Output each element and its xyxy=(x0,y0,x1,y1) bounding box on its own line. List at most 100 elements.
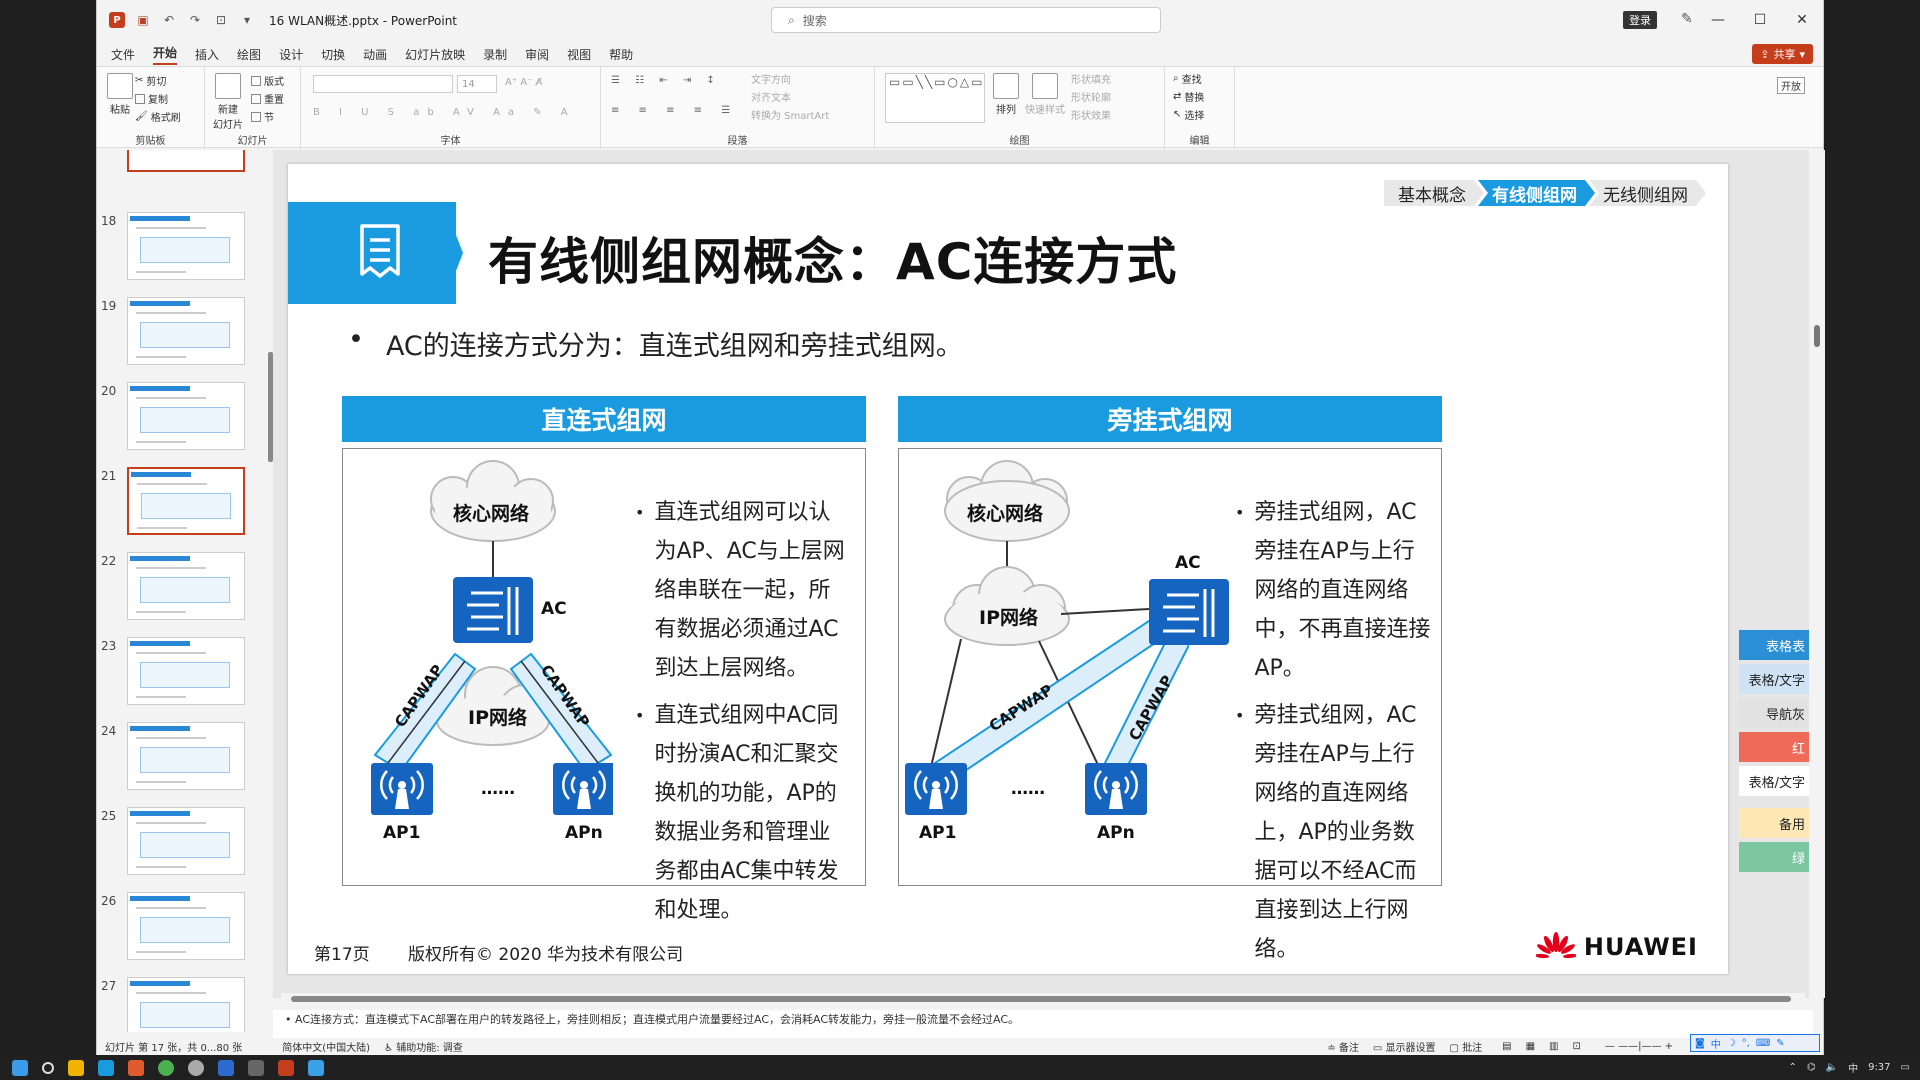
new-slide-button[interactable]: 新建 幻灯片 xyxy=(213,73,243,131)
quick-styles-button[interactable]: 快速样式 xyxy=(1025,73,1065,116)
slide-thumbnail[interactable] xyxy=(127,807,245,875)
slide-thumbnail[interactable] xyxy=(127,212,245,280)
thumbnail-row[interactable]: 19 xyxy=(97,297,273,383)
list-buttons[interactable]: ☰ ☷ ⇤ ⇥ ↕ xyxy=(611,75,721,86)
present-icon[interactable]: ⊡ xyxy=(213,12,229,28)
tab-10[interactable]: 视图 xyxy=(567,46,591,63)
shapes-gallery[interactable]: ▭▭╲╲▭○△▭⌐⌐⇨⇩▱☐⌒⌒{} xyxy=(885,73,985,123)
close-icon[interactable]: ✕ xyxy=(1781,0,1823,40)
notification-icon[interactable]: ▭ xyxy=(1901,1062,1910,1073)
align-buttons[interactable]: ≡ ≡ ≡ ≡ ☰ xyxy=(611,105,738,116)
minimize-icon[interactable]: — xyxy=(1697,0,1739,40)
start-icon[interactable] xyxy=(12,1059,28,1076)
scrollbar-thumb[interactable] xyxy=(291,996,1791,1002)
undo-icon[interactable]: ↶ xyxy=(161,12,177,28)
shape-outline-button[interactable]: 形状轮廓 xyxy=(1071,89,1111,104)
tab-2[interactable]: 插入 xyxy=(195,46,219,63)
select-button[interactable]: ↖ 选择 xyxy=(1173,107,1204,122)
side-color-label[interactable]: 绿 xyxy=(1739,842,1809,872)
section-button[interactable]: 节 xyxy=(251,109,274,124)
arrange-button[interactable]: 排列 xyxy=(993,73,1019,116)
font-format-buttons[interactable]: B I U S ab AV Aa ✎ A xyxy=(313,107,576,118)
app-icon[interactable] xyxy=(218,1059,234,1076)
thumbnail-row[interactable]: 25 xyxy=(97,807,273,893)
thumbnail-row[interactable]: 26 xyxy=(97,892,273,978)
app-icon[interactable] xyxy=(188,1059,204,1076)
thumbnail-row[interactable]: 21 xyxy=(97,467,273,553)
slide-thumbnail[interactable] xyxy=(127,637,245,705)
thumbnail-row[interactable]: 22 xyxy=(97,552,273,638)
copy-button[interactable]: 复制 xyxy=(135,91,168,106)
slide-vertical-scrollbar[interactable] xyxy=(1809,150,1825,998)
find-button[interactable]: ⌕ 查找 xyxy=(1173,71,1202,86)
side-color-label[interactable]: 表格/文字 xyxy=(1739,664,1809,694)
accessibility-status[interactable]: ♿ 辅助功能: 调查 xyxy=(384,1039,463,1054)
side-color-label[interactable]: 红 xyxy=(1739,732,1809,762)
app-icon[interactable] xyxy=(128,1059,144,1076)
maximize-icon[interactable]: ☐ xyxy=(1739,0,1781,40)
notes-pane[interactable]: • AC连接方式：直连模式下AC部署在用户的转发路径上，旁挂则相反；直连模式用户… xyxy=(273,1010,1813,1040)
slide-thumbnail[interactable] xyxy=(127,297,245,365)
font-name-select[interactable] xyxy=(313,75,453,93)
app-icon[interactable] xyxy=(248,1059,264,1076)
tab-5[interactable]: 切换 xyxy=(321,46,345,63)
thumbnail-row[interactable]: 20 xyxy=(97,382,273,468)
comments-button[interactable]: ▢ 批注 xyxy=(1450,1039,1483,1054)
input-method-toolbar[interactable]: ◙ 中 ☽ °, ⌨ ✎ xyxy=(1690,1034,1820,1052)
search-icon[interactable] xyxy=(42,1061,54,1074)
display-settings-button[interactable]: ▭ 显示器设置 xyxy=(1373,1039,1436,1054)
thumbnail-row[interactable] xyxy=(97,150,273,216)
thumbnail-row[interactable]: 24 xyxy=(97,722,273,808)
tab-4[interactable]: 设计 xyxy=(279,46,303,63)
scrollbar-thumb[interactable] xyxy=(1814,325,1820,347)
customize-qa-icon[interactable]: ▾ xyxy=(239,12,255,28)
tab-8[interactable]: 录制 xyxy=(483,46,507,63)
paste-button[interactable]: 粘贴 xyxy=(107,73,133,116)
replace-button[interactable]: ⇄ 替换 xyxy=(1173,89,1204,104)
file-explorer-icon[interactable] xyxy=(68,1059,84,1076)
slide-canvas[interactable]: 基本概念 有线侧组网 无线侧组网 有线侧组网概念：AC连接方式 • AC的连接方式分… xyxy=(288,164,1728,974)
thumbnail-row[interactable]: 18 xyxy=(97,212,273,298)
text-direction-button[interactable]: 文字方向 xyxy=(751,71,791,86)
slide-thumbnail[interactable] xyxy=(127,977,245,1032)
login-button[interactable]: 登录 xyxy=(1623,11,1657,29)
slide-thumbnail[interactable] xyxy=(127,722,245,790)
slide-horizontal-scrollbar[interactable] xyxy=(281,993,1805,1005)
side-color-label[interactable]: 表格表 xyxy=(1739,630,1809,660)
align-text-button[interactable]: 对齐文本 xyxy=(751,89,791,104)
chevron-up-icon[interactable]: ⌃ xyxy=(1789,1062,1797,1073)
side-color-label[interactable]: 导航灰 xyxy=(1739,698,1809,728)
side-color-label[interactable]: 备用 xyxy=(1739,808,1809,838)
cut-button[interactable]: ✂ 剪切 xyxy=(135,73,166,88)
redo-icon[interactable]: ↷ xyxy=(187,12,203,28)
side-color-label[interactable]: 表格/文字 xyxy=(1739,766,1809,796)
tab-1[interactable]: 开始 xyxy=(153,44,178,65)
slide-thumbnail[interactable] xyxy=(127,892,245,960)
slide-thumbnail[interactable] xyxy=(127,150,245,172)
thumbnail-row[interactable]: 27 xyxy=(97,977,273,1032)
slide-thumbnail[interactable] xyxy=(127,467,245,535)
search-input[interactable]: ⌕ 搜索 xyxy=(771,7,1161,33)
reset-button[interactable]: 重置 xyxy=(251,91,284,106)
slide-thumbnail[interactable] xyxy=(127,552,245,620)
slide-thumbnail[interactable] xyxy=(127,382,245,450)
pen-icon[interactable]: ✎ xyxy=(1681,11,1693,27)
shape-effects-button[interactable]: 形状效果 xyxy=(1071,107,1111,122)
thumbnail-row[interactable]: 23 xyxy=(97,637,273,723)
language-indicator[interactable]: 简体中文(中国大陆) xyxy=(282,1039,370,1054)
clock[interactable]: 9:37 xyxy=(1868,1062,1890,1073)
save-icon[interactable]: ▣ xyxy=(135,12,151,28)
font-grow-icon[interactable]: A⁺ A⁻ A̸ xyxy=(505,77,542,88)
share-button[interactable]: ⇪ 共享 ▾ xyxy=(1752,44,1813,64)
volume-icon[interactable]: 🔈 xyxy=(1826,1062,1838,1073)
edge-icon[interactable] xyxy=(98,1059,114,1076)
powerpoint-taskbar-icon[interactable] xyxy=(278,1059,294,1076)
notes-button[interactable]: ≐ 备注 xyxy=(1327,1039,1359,1054)
addin-button[interactable]: 开放 xyxy=(1777,77,1805,94)
tab-0[interactable]: 文件 xyxy=(111,46,135,63)
zoom-slider[interactable]: — ——|—— + xyxy=(1605,1041,1673,1052)
tab-7[interactable]: 幻灯片放映 xyxy=(405,46,465,63)
font-size-select[interactable]: 14 xyxy=(457,75,497,93)
tab-11[interactable]: 帮助 xyxy=(609,46,633,63)
ime-indicator[interactable]: 中 xyxy=(1848,1060,1858,1075)
